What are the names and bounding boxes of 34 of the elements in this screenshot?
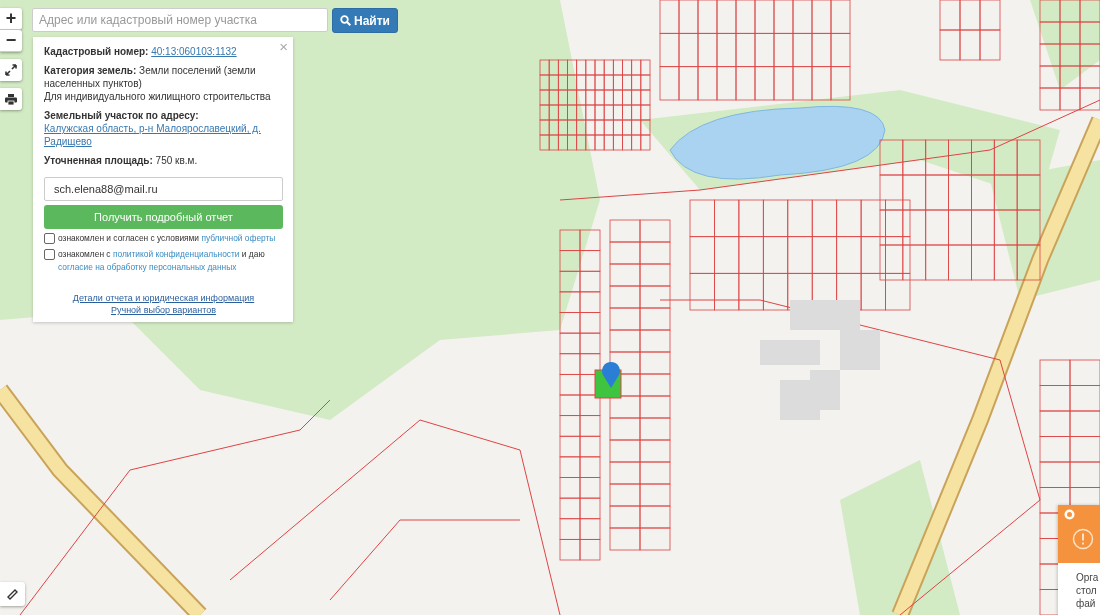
notice-text: фай [1076, 597, 1097, 610]
search-field[interactable]: Адрес или кадастровый номер участка [32, 8, 328, 32]
field-text: Категория земель: Земли поселений (земли населенных пунктов) [44, 64, 257, 90]
checkbox[interactable] [44, 233, 55, 244]
address-link[interactable]: Калужская область, р-н Малоярославецкий, д. Радищево [44, 122, 283, 148]
fullscreen-button[interactable] [0, 59, 22, 81]
cadastral-number-link[interactable]: 40:13:060103:1132 [151, 46, 237, 57]
cadastral-number-text: Кадастровый номер: 40:13:060103:1132 [44, 45, 238, 58]
expand-icon [5, 64, 17, 76]
location-pin-icon [602, 361, 620, 388]
search-button[interactable]: Найти [332, 8, 398, 33]
field-text: Уточненная площадь: 750 кв.м. [44, 154, 199, 167]
agreement-text: ознакомлен с политикой конфиденциальности и даю согласие на обработку персональных данных [58, 248, 266, 274]
badge-icon [1064, 509, 1075, 520]
agreement-link[interactable]: политикой конфиденциальности [112, 249, 240, 259]
measure-button[interactable] [0, 582, 25, 606]
print-button[interactable] [0, 88, 22, 110]
search-icon [340, 15, 351, 26]
notice-text: стол [1076, 584, 1098, 597]
land-use-text: Для индивидуального жилищного строительства [44, 90, 272, 103]
printer-icon [5, 93, 17, 105]
manual-selection-link[interactable]: Ручной выбор вариантов [110, 304, 217, 316]
report-details-link[interactable]: Детали отчета и юридическая информация [72, 292, 255, 304]
agreement-link[interactable]: согласие на обработку персональных данных [58, 262, 237, 272]
notice-text: Орга [1076, 571, 1100, 584]
agreement-link[interactable]: публичной оферты [201, 233, 276, 243]
ruler-icon [6, 588, 19, 600]
checkbox[interactable] [44, 249, 55, 260]
email-field[interactable]: sch.elena88@mail.ru [44, 177, 283, 201]
warning-icon [1072, 528, 1094, 550]
zoom-out-button[interactable]: − [0, 30, 22, 52]
agreement-text: ознакомлен и согласен с условиями публичной оферты [58, 232, 276, 245]
address-label: Земельный участок по адресу: [44, 110, 199, 121]
zoom-in-button[interactable]: + [0, 8, 22, 30]
